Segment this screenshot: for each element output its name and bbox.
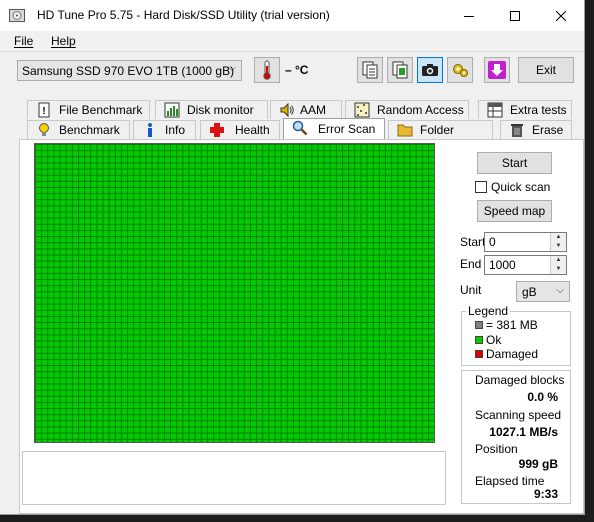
scan-log [22, 451, 446, 505]
spin-arrows-icon[interactable]: ▲ ▼ [550, 233, 566, 251]
quick-scan-label: Quick scan [491, 180, 551, 194]
tab-health[interactable]: Health [200, 120, 280, 139]
maximize-button[interactable] [492, 0, 538, 31]
health-cross-icon [210, 123, 224, 137]
tab-benchmark[interactable]: Benchmark [27, 120, 130, 139]
start-position-value: 0 [489, 235, 496, 249]
legend-damaged-swatch [475, 350, 483, 358]
svg-text:!: ! [42, 106, 45, 117]
end-position-input[interactable]: 1000 ▲ ▼ [484, 255, 567, 275]
end-position-label: End [460, 257, 482, 271]
exit-button[interactable]: Exit [518, 57, 574, 83]
hard-disk-icon [9, 9, 25, 22]
end-position-value: 1000 [489, 258, 516, 272]
speed-map-button[interactable]: Speed map [477, 200, 552, 222]
tab-label: Benchmark [59, 123, 120, 137]
quick-scan-checkbox[interactable] [475, 181, 487, 193]
tab-label: File Benchmark [59, 103, 143, 117]
position-value: 999 gB [518, 457, 558, 471]
scanning-speed-label: Scanning speed [475, 408, 562, 422]
trash-icon [511, 124, 523, 137]
minimize-button[interactable] [446, 0, 492, 31]
drive-select[interactable]: Samsung SSD 970 EVO 1TB (1000 gB) ⌵ [17, 60, 242, 81]
screenshot-button[interactable] [417, 57, 443, 83]
options-button[interactable] [447, 57, 473, 83]
start-button[interactable]: Start [477, 152, 552, 174]
position-label: Position [475, 442, 518, 456]
random-access-icon [354, 102, 370, 118]
window-title: HD Tune Pro 5.75 - Hard Disk/SSD Utility… [37, 8, 330, 22]
close-icon [556, 10, 566, 21]
tab-info[interactable]: Info [133, 120, 196, 139]
tab-folder-usage[interactable]: Folder Usage [388, 120, 493, 151]
menu-help[interactable]: Help [51, 34, 76, 48]
start-position-input[interactable]: 0 ▲ ▼ [484, 232, 567, 252]
elapsed-time-label: Elapsed time [475, 474, 545, 488]
info-icon [148, 123, 152, 137]
copy-image-icon [392, 61, 408, 79]
title-bar: HD Tune Pro 5.75 - Hard Disk/SSD Utility… [0, 0, 584, 31]
tab-extra-tests[interactable]: Extra tests [478, 100, 572, 119]
legend-title: Legend [466, 304, 511, 318]
folder-icon [397, 124, 413, 137]
menu-divider [0, 51, 584, 52]
close-button[interactable] [538, 0, 584, 31]
file-benchmark-icon: ! [38, 102, 50, 118]
spreadsheet-icon [487, 102, 503, 118]
damaged-blocks-label: Damaged blocks [475, 373, 565, 387]
thermometer-icon [263, 60, 271, 80]
speaker-icon [280, 102, 294, 118]
start-position-label: Start [460, 235, 486, 249]
lightbulb-icon [39, 123, 49, 136]
tab-label: AAM [300, 103, 327, 117]
legend-ok-label: Ok [486, 333, 502, 347]
chevron-down-icon: ⌵ [556, 285, 564, 296]
unit-select[interactable]: gB ⌵ [516, 281, 570, 302]
tab-erase[interactable]: Erase [500, 120, 572, 139]
tab-label: Health [235, 123, 270, 137]
tab-label: Error Scan [318, 122, 376, 136]
legend-ok-swatch [475, 336, 483, 344]
copy-screenshot-button[interactable] [387, 57, 413, 83]
copy-text-button[interactable] [357, 57, 383, 83]
temperature-value: – °C [285, 63, 309, 77]
maximize-icon [510, 10, 520, 21]
tab-label: Erase [532, 123, 564, 137]
tab-label: Extra tests [510, 103, 567, 117]
menu-file[interactable]: File [14, 34, 33, 48]
unit-label: Unit [460, 283, 482, 297]
app-window: HD Tune Pro 5.75 - Hard Disk/SSD Utility… [0, 0, 585, 515]
scan-block-map [34, 143, 435, 443]
legend-damaged-label: Damaged [486, 347, 539, 361]
tab-random-access[interactable]: Random Access [345, 100, 469, 119]
spin-arrows-icon[interactable]: ▲ ▼ [550, 256, 566, 274]
bar-chart-icon [164, 102, 180, 118]
legend-block-size: = 381 MB [486, 318, 538, 332]
damaged-blocks-value: 0.0 % [527, 390, 558, 404]
tab-error-scan[interactable]: Error Scan [283, 118, 385, 139]
temperature-button[interactable] [254, 57, 280, 83]
download-arrow-icon [488, 61, 506, 79]
menu-bar: File Help [0, 31, 584, 51]
elapsed-time-value: 9:33 [533, 487, 558, 501]
gear-icon [453, 64, 468, 77]
tab-file-benchmark[interactable]: ! File Benchmark [27, 100, 150, 119]
legend-block-swatch [475, 321, 483, 329]
tab-label: Disk monitor [187, 103, 254, 117]
magnifier-icon [292, 120, 308, 136]
drive-select-value: Samsung SSD 970 EVO 1TB (1000 gB) [22, 64, 235, 78]
camera-icon [422, 64, 438, 76]
save-button[interactable] [484, 57, 510, 83]
chevron-down-icon: ⌵ [228, 63, 236, 74]
minimize-icon [464, 15, 474, 17]
tab-label: Info [165, 123, 186, 137]
unit-select-value: gB [522, 285, 537, 299]
scanning-speed-value: 1027.1 MB/s [489, 425, 558, 439]
tab-label: Random Access [377, 103, 464, 117]
tab-disk-monitor[interactable]: Disk monitor [155, 100, 268, 119]
copy-text-icon [362, 61, 378, 79]
tab-aam[interactable]: AAM [270, 100, 342, 119]
